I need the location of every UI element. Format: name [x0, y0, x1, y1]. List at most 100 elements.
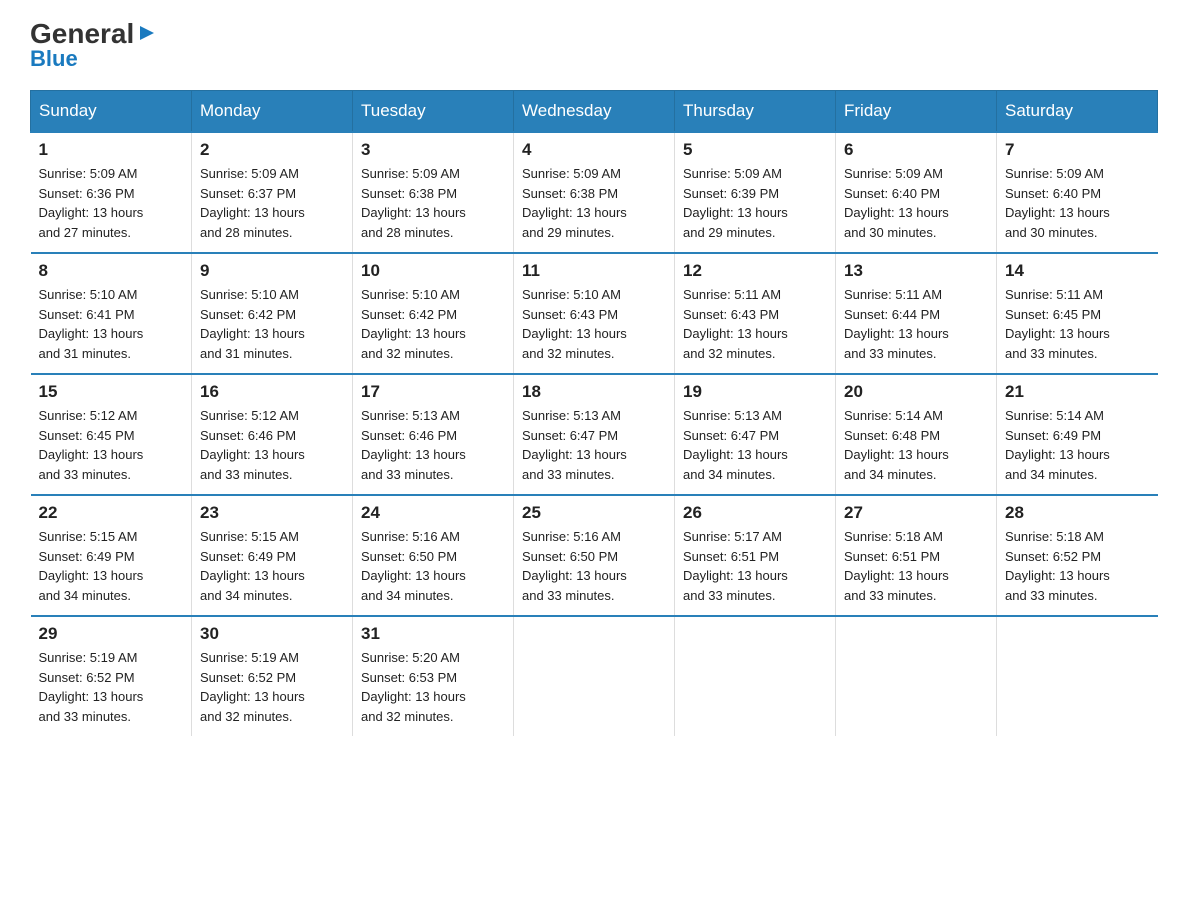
day-info: Sunrise: 5:13 AMSunset: 6:47 PMDaylight:… [683, 406, 827, 484]
day-number: 20 [844, 382, 988, 402]
calendar-day-cell: 6 Sunrise: 5:09 AMSunset: 6:40 PMDaylight… [836, 132, 997, 253]
day-info: Sunrise: 5:09 AMSunset: 6:36 PMDaylight:… [39, 164, 184, 242]
weekday-header-friday: Friday [836, 91, 997, 133]
calendar-day-cell [997, 616, 1158, 736]
calendar-day-cell: 13 Sunrise: 5:11 AMSunset: 6:44 PMDayligh… [836, 253, 997, 374]
day-number: 25 [522, 503, 666, 523]
calendar-week-row: 22 Sunrise: 5:15 AMSunset: 6:49 PMDayligh… [31, 495, 1158, 616]
day-number: 14 [1005, 261, 1150, 281]
calendar-day-cell: 18 Sunrise: 5:13 AMSunset: 6:47 PMDayligh… [514, 374, 675, 495]
day-number: 16 [200, 382, 344, 402]
day-info: Sunrise: 5:16 AMSunset: 6:50 PMDaylight:… [522, 527, 666, 605]
day-number: 5 [683, 140, 827, 160]
calendar-day-cell: 29 Sunrise: 5:19 AMSunset: 6:52 PMDayligh… [31, 616, 192, 736]
day-number: 7 [1005, 140, 1150, 160]
calendar-day-cell: 17 Sunrise: 5:13 AMSunset: 6:46 PMDayligh… [353, 374, 514, 495]
day-info: Sunrise: 5:14 AMSunset: 6:49 PMDaylight:… [1005, 406, 1150, 484]
day-number: 28 [1005, 503, 1150, 523]
day-number: 30 [200, 624, 344, 644]
calendar-header: SundayMondayTuesdayWednesdayThursdayFrid… [31, 91, 1158, 133]
day-number: 22 [39, 503, 184, 523]
calendar-day-cell: 20 Sunrise: 5:14 AMSunset: 6:48 PMDayligh… [836, 374, 997, 495]
logo-arrow-icon [136, 22, 158, 44]
calendar-day-cell: 5 Sunrise: 5:09 AMSunset: 6:39 PMDaylight… [675, 132, 836, 253]
day-info: Sunrise: 5:16 AMSunset: 6:50 PMDaylight:… [361, 527, 505, 605]
weekday-header-row: SundayMondayTuesdayWednesdayThursdayFrid… [31, 91, 1158, 133]
day-info: Sunrise: 5:09 AMSunset: 6:37 PMDaylight:… [200, 164, 344, 242]
day-number: 2 [200, 140, 344, 160]
calendar-week-row: 8Sunrise: 5:10 AMSunset: 6:41 PMDaylight… [31, 253, 1158, 374]
calendar-day-cell: 1Sunrise: 5:09 AMSunset: 6:36 PMDaylight… [31, 132, 192, 253]
day-number: 29 [39, 624, 184, 644]
day-info: Sunrise: 5:09 AMSunset: 6:38 PMDaylight:… [522, 164, 666, 242]
day-number: 13 [844, 261, 988, 281]
day-info: Sunrise: 5:11 AMSunset: 6:44 PMDaylight:… [844, 285, 988, 363]
calendar-day-cell [836, 616, 997, 736]
day-info: Sunrise: 5:19 AMSunset: 6:52 PMDaylight:… [39, 648, 184, 726]
day-number: 19 [683, 382, 827, 402]
calendar-day-cell: 24 Sunrise: 5:16 AMSunset: 6:50 PMDayligh… [353, 495, 514, 616]
logo: General Blue [30, 20, 158, 72]
calendar-day-cell: 31 Sunrise: 5:20 AMSunset: 6:53 PMDayligh… [353, 616, 514, 736]
day-info: Sunrise: 5:09 AMSunset: 6:39 PMDaylight:… [683, 164, 827, 242]
day-number: 21 [1005, 382, 1150, 402]
weekday-header-wednesday: Wednesday [514, 91, 675, 133]
day-info: Sunrise: 5:19 AMSunset: 6:52 PMDaylight:… [200, 648, 344, 726]
day-number: 15 [39, 382, 184, 402]
day-number: 31 [361, 624, 505, 644]
day-info: Sunrise: 5:20 AMSunset: 6:53 PMDaylight:… [361, 648, 505, 726]
calendar-day-cell: 19 Sunrise: 5:13 AMSunset: 6:47 PMDayligh… [675, 374, 836, 495]
calendar-day-cell: 21 Sunrise: 5:14 AMSunset: 6:49 PMDayligh… [997, 374, 1158, 495]
calendar-day-cell: 15Sunrise: 5:12 AMSunset: 6:45 PMDayligh… [31, 374, 192, 495]
calendar-day-cell: 22 Sunrise: 5:15 AMSunset: 6:49 PMDayligh… [31, 495, 192, 616]
calendar-day-cell: 3Sunrise: 5:09 AMSunset: 6:38 PMDaylight… [353, 132, 514, 253]
day-info: Sunrise: 5:15 AMSunset: 6:49 PMDaylight:… [200, 527, 344, 605]
calendar-day-cell: 26Sunrise: 5:17 AMSunset: 6:51 PMDayligh… [675, 495, 836, 616]
day-number: 24 [361, 503, 505, 523]
day-info: Sunrise: 5:15 AMSunset: 6:49 PMDaylight:… [39, 527, 184, 605]
calendar-week-row: 1Sunrise: 5:09 AMSunset: 6:36 PMDaylight… [31, 132, 1158, 253]
calendar-day-cell: 25 Sunrise: 5:16 AMSunset: 6:50 PMDayligh… [514, 495, 675, 616]
day-info: Sunrise: 5:10 AMSunset: 6:43 PMDaylight:… [522, 285, 666, 363]
calendar-week-row: 15Sunrise: 5:12 AMSunset: 6:45 PMDayligh… [31, 374, 1158, 495]
day-number: 4 [522, 140, 666, 160]
weekday-header-saturday: Saturday [997, 91, 1158, 133]
logo-general: General [30, 20, 134, 48]
day-number: 10 [361, 261, 505, 281]
day-number: 6 [844, 140, 988, 160]
page-header: General Blue [30, 20, 1158, 72]
day-info: Sunrise: 5:09 AMSunset: 6:40 PMDaylight:… [1005, 164, 1150, 242]
calendar-day-cell: 8Sunrise: 5:10 AMSunset: 6:41 PMDaylight… [31, 253, 192, 374]
day-info: Sunrise: 5:13 AMSunset: 6:46 PMDaylight:… [361, 406, 505, 484]
calendar-day-cell: 28 Sunrise: 5:18 AMSunset: 6:52 PMDayligh… [997, 495, 1158, 616]
day-number: 11 [522, 261, 666, 281]
calendar-day-cell: 27 Sunrise: 5:18 AMSunset: 6:51 PMDayligh… [836, 495, 997, 616]
day-info: Sunrise: 5:11 AMSunset: 6:43 PMDaylight:… [683, 285, 827, 363]
weekday-header-thursday: Thursday [675, 91, 836, 133]
day-info: Sunrise: 5:13 AMSunset: 6:47 PMDaylight:… [522, 406, 666, 484]
day-info: Sunrise: 5:18 AMSunset: 6:52 PMDaylight:… [1005, 527, 1150, 605]
day-info: Sunrise: 5:11 AMSunset: 6:45 PMDaylight:… [1005, 285, 1150, 363]
weekday-header-sunday: Sunday [31, 91, 192, 133]
calendar-day-cell: 11 Sunrise: 5:10 AMSunset: 6:43 PMDayligh… [514, 253, 675, 374]
calendar-day-cell: 23 Sunrise: 5:15 AMSunset: 6:49 PMDayligh… [192, 495, 353, 616]
day-number: 23 [200, 503, 344, 523]
calendar-day-cell: 12Sunrise: 5:11 AMSunset: 6:43 PMDayligh… [675, 253, 836, 374]
day-info: Sunrise: 5:18 AMSunset: 6:51 PMDaylight:… [844, 527, 988, 605]
calendar-day-cell: 9Sunrise: 5:10 AMSunset: 6:42 PMDaylight… [192, 253, 353, 374]
day-info: Sunrise: 5:09 AMSunset: 6:40 PMDaylight:… [844, 164, 988, 242]
day-number: 17 [361, 382, 505, 402]
weekday-header-monday: Monday [192, 91, 353, 133]
logo-blue: Blue [30, 46, 78, 72]
day-number: 27 [844, 503, 988, 523]
day-info: Sunrise: 5:14 AMSunset: 6:48 PMDaylight:… [844, 406, 988, 484]
calendar-day-cell: 2 Sunrise: 5:09 AMSunset: 6:37 PMDaylight… [192, 132, 353, 253]
day-number: 9 [200, 261, 344, 281]
weekday-header-tuesday: Tuesday [353, 91, 514, 133]
calendar-table: SundayMondayTuesdayWednesdayThursdayFrid… [30, 90, 1158, 736]
day-info: Sunrise: 5:12 AMSunset: 6:46 PMDaylight:… [200, 406, 344, 484]
day-number: 3 [361, 140, 505, 160]
calendar-day-cell: 4 Sunrise: 5:09 AMSunset: 6:38 PMDaylight… [514, 132, 675, 253]
day-number: 18 [522, 382, 666, 402]
calendar-day-cell: 7 Sunrise: 5:09 AMSunset: 6:40 PMDaylight… [997, 132, 1158, 253]
